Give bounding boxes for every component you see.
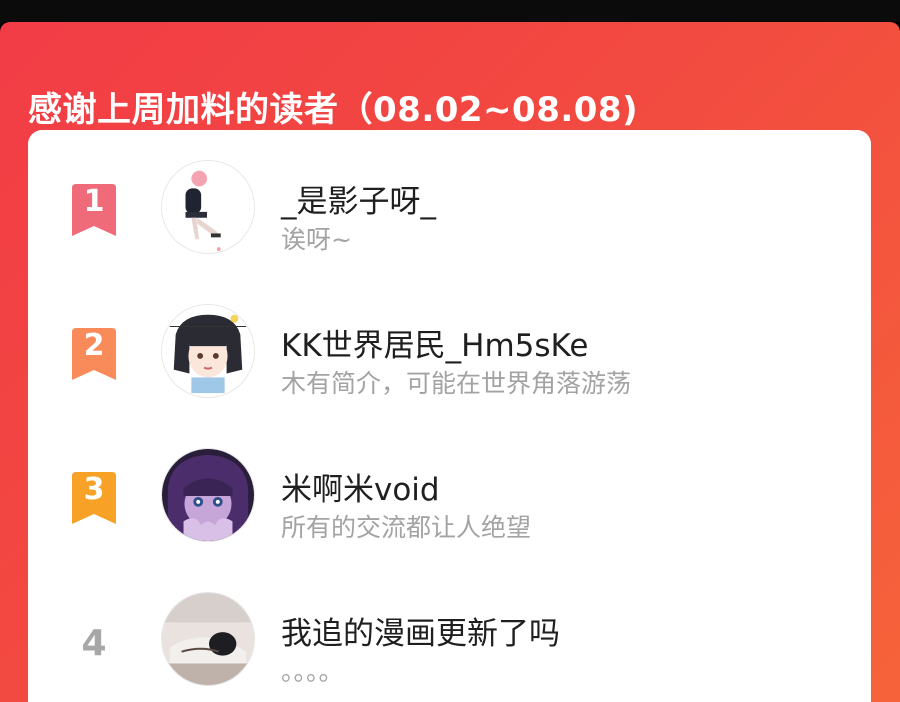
reader-bio: 所有的交流都让人绝望 [281,513,532,542]
rank-number: 1 [83,184,105,219]
reader-name[interactable]: KK世界居民_Hm5sKe [281,320,588,365]
panel-title: 感谢上周加料的读者（08.02~08.08) [28,90,639,130]
rank-number-4: 4 [81,623,107,664]
avatar[interactable] [161,448,255,542]
reader-bio: 。。。。 [281,657,344,686]
rank-number: 3 [83,472,105,507]
avatar[interactable] [161,160,255,254]
avatar-sleeping-character-icon [162,593,254,685]
reader-row[interactable]: 4 我追的漫画更新了吗 。。。。 [28,592,871,702]
avatar-girl-pink-hat-icon [162,161,254,253]
reader-list-card: 1 _是影子呀_ 诶呀~ 2 KK世界居民_Hm5sKe 木有简介，可能在世界角… [28,130,871,702]
avatar[interactable] [161,592,255,686]
avatar-anime-girl-icon [162,305,254,397]
rank-badge-2: 2 [68,326,120,384]
reader-bio: 诶呀~ [281,225,352,254]
rank-badge-1: 1 [68,182,120,240]
reader-row[interactable]: 2 KK世界居民_Hm5sKe 木有简介，可能在世界角落游荡 [28,304,871,414]
reader-row[interactable]: 1 _是影子呀_ 诶呀~ [28,160,871,270]
reader-row[interactable]: 3 米啊米void 所有的交流都让人绝望 [28,448,871,558]
reader-name[interactable]: 米啊米void [281,464,440,509]
avatar[interactable] [161,304,255,398]
reader-name[interactable]: _是影子呀_ [281,176,436,221]
avatar-purple-hair-icon [162,449,254,541]
reader-name[interactable]: 我追的漫画更新了吗 [281,608,560,653]
rank-number: 2 [83,328,105,363]
rank-badge-3: 3 [68,470,120,528]
top-bar [0,0,900,22]
reader-bio: 木有简介，可能在世界角落游荡 [281,369,632,398]
